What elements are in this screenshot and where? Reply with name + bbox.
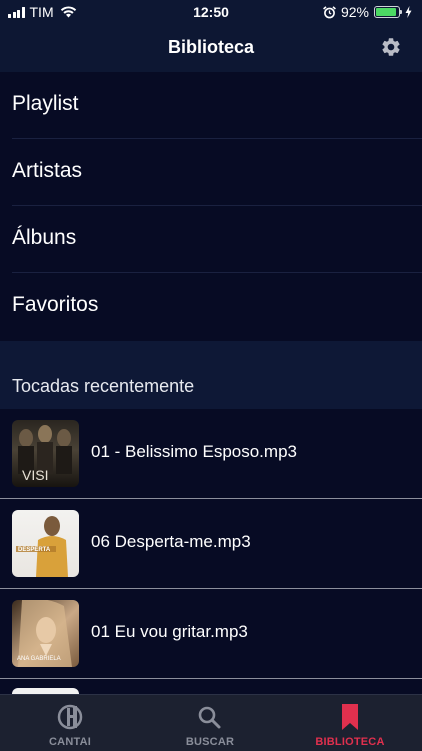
tab-label: BUSCAR	[185, 736, 235, 748]
menu-item-favoritos[interactable]: Favoritos	[0, 273, 422, 341]
page-title: Biblioteca	[167, 37, 255, 57]
battery-level	[376, 8, 397, 16]
recent-section-header: Tocadas recentemente	[0, 341, 422, 409]
divider	[0, 678, 422, 679]
menu-item-playlist[interactable]: Playlist	[0, 72, 422, 139]
battery-percent: 92%	[340, 4, 369, 20]
battery-icon	[374, 6, 402, 18]
menu-item-artistas[interactable]: Artistas	[0, 139, 422, 206]
album-cover: ANA GABRIELA	[12, 600, 79, 667]
track-row[interactable]: DESPERTA 06 Desperta-me.mp3	[0, 499, 422, 589]
track-title: 06 Desperta-me.mp3	[91, 532, 251, 551]
search-icon	[198, 706, 221, 729]
track-row[interactable]: VISI 01 - Belissimo Esposo.mp3	[0, 409, 422, 499]
tab-label: BIBLIOTECA	[315, 736, 385, 748]
album-cover-art: DESPERTA	[16, 516, 68, 577]
album-cover-text: ANA GABRIELA	[17, 656, 61, 662]
section-title: Tocadas recentemente	[12, 376, 195, 396]
charging-bolt-icon	[405, 6, 412, 18]
tab-label: CANTAI	[49, 736, 91, 748]
cantai-logo-icon	[57, 704, 83, 730]
menu-item-label: Favoritos	[12, 293, 99, 316]
menu-item-albuns[interactable]: Álbuns	[0, 206, 422, 273]
menu-item-label: Álbuns	[12, 226, 77, 249]
track-title: 01 - Belissimo Esposo.mp3	[91, 442, 297, 461]
album-cover-art: VISI	[18, 425, 72, 483]
menu-item-label: Playlist	[12, 92, 79, 115]
tab-biblioteca[interactable]: BIBLIOTECA	[280, 695, 420, 751]
track-title: 01 Eu vou gritar.mp3	[91, 622, 248, 641]
navigation-header: Biblioteca	[0, 24, 422, 73]
album-cover: VISI	[12, 420, 79, 487]
tab-cantai[interactable]: CANTAI	[0, 695, 140, 751]
album-cover-text: VISI	[22, 467, 48, 483]
album-cover: DESPERTA	[12, 510, 79, 577]
alarm-icon	[323, 5, 336, 18]
status-right: 92%	[323, 4, 412, 20]
status-bar: TIM 12:50 92%	[0, 0, 422, 24]
album-cover-art: ANA GABRIELA	[17, 600, 72, 667]
album-cover-text: DESPERTA	[18, 547, 51, 553]
tab-bar: CANTAI BUSCAR BIBLIOTECA	[0, 694, 422, 751]
menu-item-label: Artistas	[12, 159, 83, 182]
tab-buscar[interactable]: BUSCAR	[140, 695, 280, 751]
gear-icon[interactable]	[380, 36, 402, 58]
bookmark-icon	[342, 704, 358, 730]
track-row[interactable]: ANA GABRIELA 01 Eu vou gritar.mp3	[0, 589, 422, 679]
